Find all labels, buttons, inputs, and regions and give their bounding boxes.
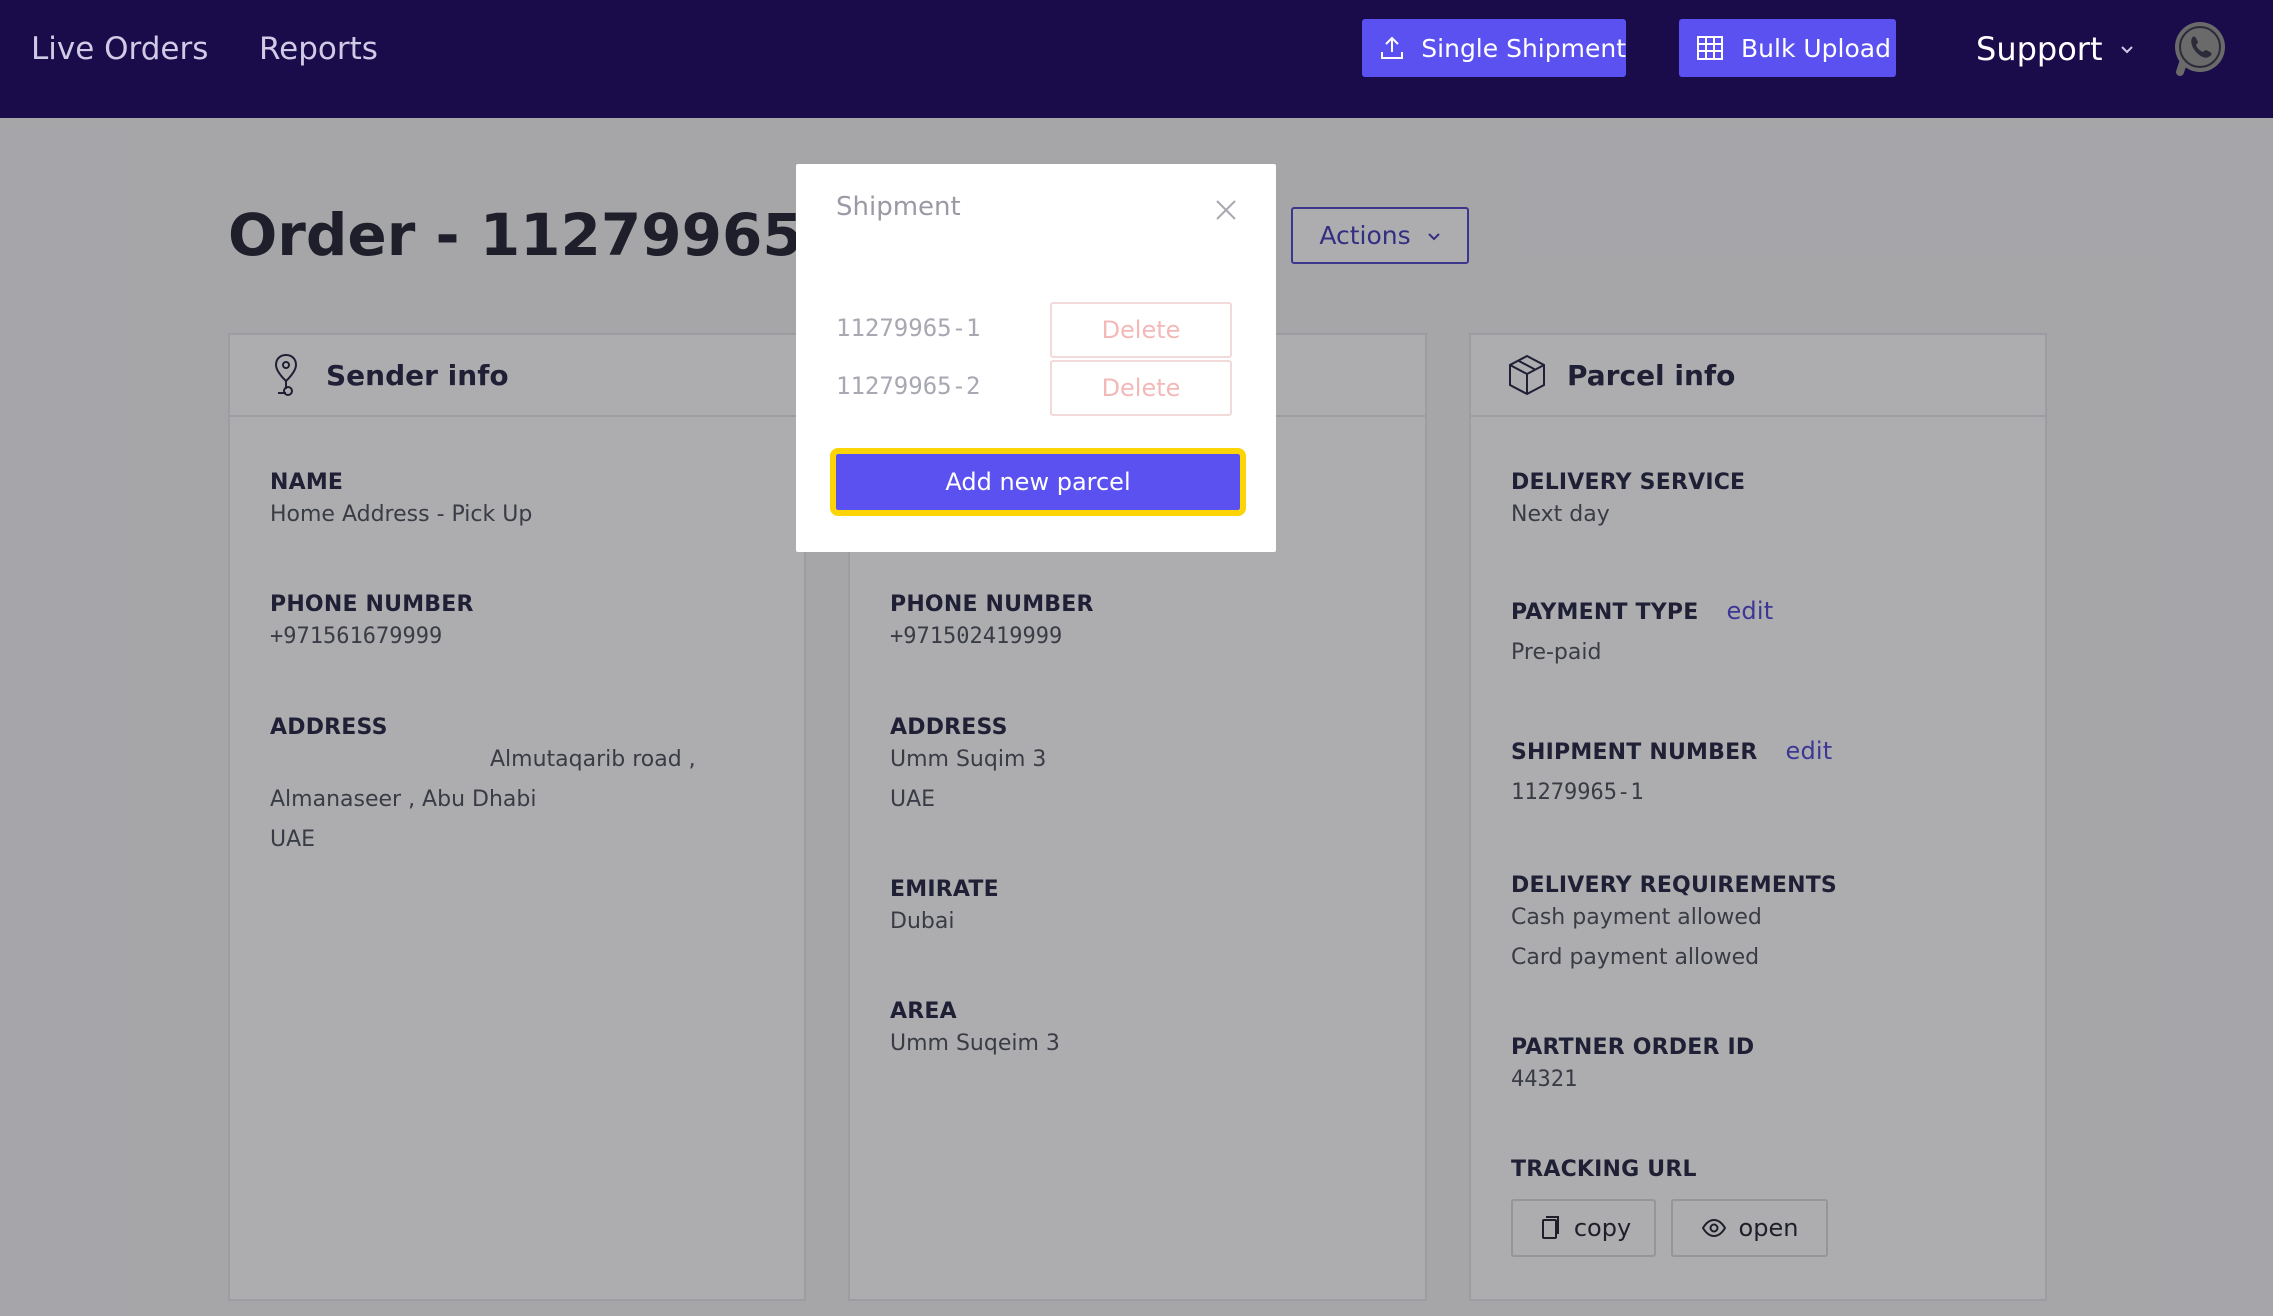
whatsapp-icon[interactable]	[2170, 18, 2230, 78]
delete-parcel-button[interactable]: Delete	[1050, 302, 1232, 358]
support-menu[interactable]: Support	[1976, 26, 2135, 72]
delete-parcel-button[interactable]: Delete	[1050, 360, 1232, 416]
bulk-upload-label: Bulk Upload	[1741, 33, 1891, 63]
parcel-row: 11279965-2 Delete	[836, 360, 1236, 416]
nav-reports[interactable]: Reports	[259, 28, 378, 70]
modal-title: Shipment	[836, 192, 961, 222]
parcel-id: 11279965-1	[836, 314, 981, 342]
support-label: Support	[1976, 30, 2103, 68]
single-shipment-label: Single Shipment	[1421, 33, 1626, 63]
parcel-row: 11279965-1 Delete	[836, 302, 1236, 358]
chevron-down-icon	[2120, 46, 2133, 54]
shipment-modal: Shipment 11279965-1 Delete 11279965-2 De…	[796, 164, 1276, 552]
add-new-parcel-button[interactable]: Add new parcel	[830, 448, 1246, 516]
single-shipment-button[interactable]: Single Shipment	[1362, 19, 1626, 77]
nav-live-orders[interactable]: Live Orders	[31, 28, 208, 70]
close-icon[interactable]	[1214, 198, 1238, 222]
bulk-upload-button[interactable]: Bulk Upload	[1679, 19, 1896, 77]
upload-icon	[1376, 31, 1407, 65]
table-grid-icon	[1693, 31, 1727, 65]
top-navbar: Live Orders Reports Single Shipment Bulk…	[0, 0, 2273, 118]
parcel-id: 11279965-2	[836, 372, 981, 400]
